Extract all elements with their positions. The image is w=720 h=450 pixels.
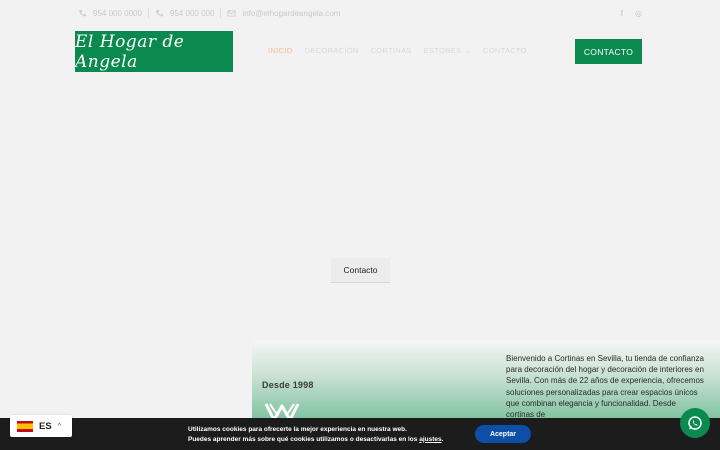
email-address: info@elhogardeangela.com	[242, 8, 341, 18]
spain-flag-icon	[17, 420, 33, 432]
nav-item-contacto[interactable]: CONTACTO	[483, 46, 527, 55]
phone-contact-1[interactable]: 954 000 0000	[78, 9, 142, 18]
phone-contact-2[interactable]: 954 000 000	[155, 8, 215, 18]
contact-cta-button[interactable]: CONTACTO	[575, 39, 642, 64]
language-code: ES	[39, 420, 52, 432]
cookie-line-2: Puedes aprender más sobre qué cookies ut…	[188, 435, 444, 443]
since-heading: Desde 1998	[262, 380, 314, 390]
nav-item-inicio[interactable]: INICIO	[268, 46, 293, 55]
nav-item-cortinas[interactable]: CORTINAS	[371, 46, 412, 55]
top-info-bar: 954 000 0000 954 000 000 info@elhogardea…	[78, 6, 642, 20]
divider	[220, 8, 222, 18]
hero-contact-button[interactable]: Contacto	[331, 258, 390, 283]
email-contact[interactable]: info@elhogardeangela.com	[227, 9, 340, 18]
accept-cookies-button[interactable]: Aceptar	[475, 425, 531, 443]
chevron-up-icon: ^	[57, 422, 61, 430]
phone-icon	[78, 9, 87, 16]
site-logo[interactable]: El Hogar de Angela	[75, 31, 233, 72]
logo-text: El Hogar de Angela	[75, 31, 185, 72]
facebook-icon[interactable]: f	[621, 9, 623, 18]
whatsapp-icon	[688, 416, 702, 430]
language-switcher[interactable]: ES ^	[10, 415, 72, 437]
phone-number-2: 954 000 000	[169, 8, 215, 18]
nav-item-estores[interactable]: ESTORES ⌄	[424, 46, 471, 55]
phone-number-1: 954 000 0000	[93, 8, 142, 18]
social-links: f ◎	[621, 9, 642, 18]
phone-icon	[155, 9, 164, 16]
envelope-icon	[227, 9, 236, 17]
cookie-message: Utilizamos cookies para ofrecerte la mej…	[188, 425, 443, 444]
instagram-icon[interactable]: ◎	[635, 9, 642, 18]
about-text: Bienvenido a Cortinas en Sevilla, tu tie…	[506, 354, 704, 420]
main-nav: INICIO DECORACIÓN CORTINAS ESTORES ⌄ CONT…	[268, 46, 527, 55]
nav-item-decoracion[interactable]: DECORACIÓN	[305, 46, 359, 55]
divider	[147, 8, 149, 18]
cookie-settings-link[interactable]: ajustes	[419, 436, 441, 443]
whatsapp-button[interactable]	[680, 408, 710, 438]
chevron-down-icon: ⌄	[464, 46, 471, 55]
cookie-line-1: Utilizamos cookies para ofrecerte la mej…	[188, 426, 407, 433]
